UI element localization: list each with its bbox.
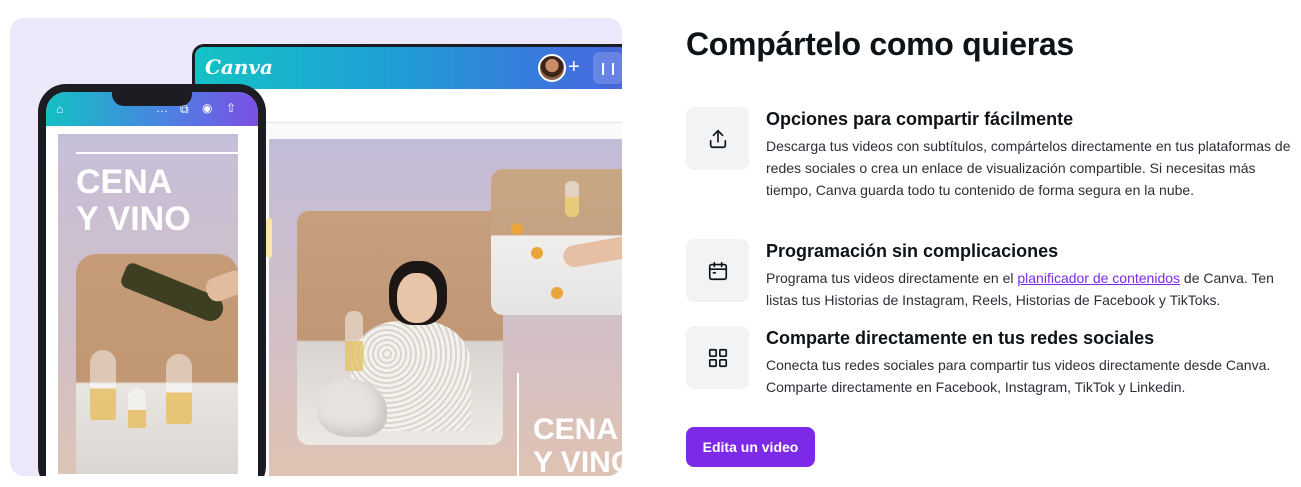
woman-face-shape — [397, 273, 437, 323]
feature-description: Programa tus videos directamente en el p… — [766, 267, 1296, 311]
divider — [76, 152, 238, 154]
woman-photo — [297, 211, 503, 445]
orange-shape — [511, 223, 523, 235]
content-planner-link[interactable]: planificador de contenidos — [1017, 270, 1180, 286]
orange-shape — [531, 247, 543, 259]
feature-icon-box — [686, 239, 749, 302]
section-title: Compártelo como quieras — [686, 26, 1074, 62]
wine-pouring-photo — [76, 254, 238, 474]
phone-notch — [112, 92, 192, 106]
add-collaborator-icon: + — [568, 56, 580, 78]
title-line: Y VINO — [76, 200, 191, 238]
wine-glass-shape — [166, 354, 192, 424]
feature-title: Comparte directamente en tus redes socia… — [766, 328, 1155, 348]
hand-shape — [561, 235, 622, 269]
feature-title: Opciones para compartir fácilmente — [766, 109, 1074, 129]
feature-description: Conecta tus redes sociales para comparti… — [766, 357, 1271, 395]
home-icon: ⌂ — [56, 102, 64, 116]
apps-grid-icon — [708, 348, 727, 367]
caption-line: Y VINO — [533, 446, 622, 476]
edit-video-button[interactable]: Edita un video — [686, 427, 815, 467]
phone-design-canvas: CENA Y VINO — [58, 134, 238, 474]
feature-title: Programación sin complicaciones — [766, 241, 1059, 261]
desktop-design-caption: CENA Y VINO — [517, 373, 622, 476]
canva-logo: Canva — [205, 55, 273, 79]
description-text: Programa tus videos directamente en el — [766, 270, 1018, 286]
phone-screen: ⌂ … ⧉ ◉ ⇧ CENA Y VINO — [46, 92, 258, 476]
orange-shape — [551, 287, 563, 299]
table-photo — [491, 169, 622, 315]
wine-glass-shape — [90, 350, 116, 420]
phone-side-accent — [266, 218, 272, 258]
insights-icon: ❙❙ — [593, 52, 622, 84]
caption-line: CENA — [533, 413, 619, 446]
desktop-design-canvas: CENA Y VINO — [269, 139, 622, 476]
share-upload-icon — [709, 129, 726, 148]
product-illustration: Canva + ❙❙ CENA Y VINO — [10, 18, 622, 476]
phone-design-title: CENA Y VINO — [76, 164, 191, 238]
feature-icon-box — [686, 107, 749, 170]
preview-eye-icon: ◉ — [202, 101, 213, 115]
wine-glass-shape — [565, 181, 579, 217]
calendar-icon — [708, 261, 727, 280]
avatar — [538, 54, 566, 82]
share-icon: ⇧ — [226, 101, 237, 115]
desktop-header: Canva + ❙❙ — [195, 47, 622, 89]
wine-glass-shape — [128, 388, 146, 428]
feature-icon-box — [686, 326, 749, 389]
title-line: CENA — [76, 163, 173, 201]
feature-description: Descarga tus videos con subtítulos, comp… — [766, 138, 1291, 198]
phone-mockup: ⌂ … ⧉ ◉ ⇧ CENA Y VINO — [38, 84, 266, 476]
wine-glass-shape — [345, 311, 363, 371]
